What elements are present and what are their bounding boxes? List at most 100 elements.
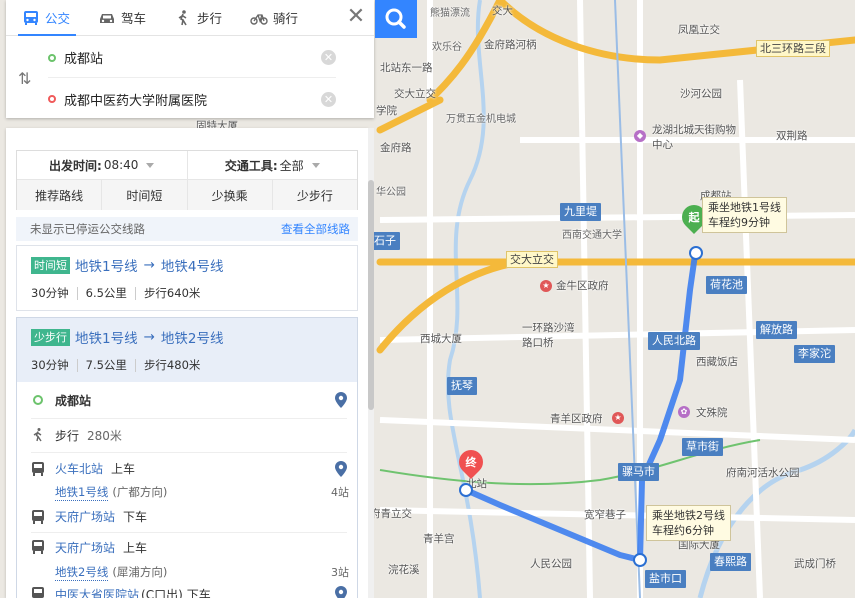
map-label: 青羊区政府 — [550, 413, 603, 425]
tab-bike-label: 骑行 — [273, 11, 299, 26]
step-start[interactable]: 成都站 — [17, 382, 357, 418]
plan-line: 地铁1号线 — [75, 331, 138, 347]
travel-mode-tabs: 公交 驾车 步行 骑行 — [6, 0, 374, 36]
tip-line: 乘坐地铁2号线 — [652, 509, 725, 522]
location-pin-icon[interactable] — [335, 586, 347, 598]
map-label: 金府路 — [380, 142, 412, 154]
tab-bike[interactable]: 骑行 — [234, 0, 310, 35]
alight-action: 下车 — [186, 587, 211, 598]
alight-station-link[interactable]: 中医大省医院站 — [55, 586, 139, 598]
plan-duration: 30分钟 — [31, 286, 69, 300]
stop-count: 4站 — [331, 486, 349, 499]
route-options: 出发时间: 08:40 交通工具: 全部 推荐路线 时间短 少换乘 少步行 — [16, 150, 358, 210]
location-pin-icon[interactable] — [335, 392, 347, 408]
map-label: 宽窄巷子 — [584, 509, 626, 521]
map-label: 学院 — [376, 105, 397, 117]
road-label: 交大立交 — [506, 251, 558, 268]
route-plan-1[interactable]: 时间短 地铁1号线 → 地铁4号线 30分钟 6.5公里 步行640米 — [16, 245, 358, 311]
depart-label: 出发时间: — [49, 158, 102, 173]
start-field[interactable]: 成都站 ✕ — [48, 38, 336, 78]
map-label: 青羊宫 — [423, 533, 455, 545]
bus-icon — [32, 540, 44, 554]
alight-action: 下车 — [123, 509, 148, 524]
clear-end-icon[interactable]: ✕ — [321, 91, 336, 107]
pref-recommended[interactable]: 推荐路线 — [17, 180, 102, 210]
plan-distance: 6.5公里 — [76, 287, 135, 300]
pref-shortest-time[interactable]: 时间短 — [101, 180, 187, 210]
alight-station-link[interactable]: 天府广场站 — [55, 508, 115, 525]
step-walk[interactable]: 步行 280米 — [17, 418, 357, 452]
metro-station-icon[interactable] — [459, 483, 473, 497]
station-label: 九里堤 — [560, 203, 601, 221]
search-icon — [385, 8, 406, 29]
map-label: 华公园 — [376, 187, 406, 198]
panel-scrollbar[interactable] — [368, 128, 374, 598]
swap-icon[interactable]: ⇅ — [18, 69, 31, 88]
metro-line-link[interactable]: 地铁2号线 — [55, 564, 109, 581]
metro-station-icon[interactable] — [633, 553, 647, 567]
map-label: 万贯五金机电城 — [446, 114, 516, 125]
tip-line: 乘坐地铁1号线 — [708, 201, 781, 214]
tab-walk[interactable]: 步行 — [158, 0, 234, 35]
walk-icon — [178, 9, 187, 25]
station-label: 抚琴 — [447, 377, 477, 395]
pref-fewer-transfers[interactable]: 少换乘 — [186, 180, 272, 210]
step-board-2[interactable]: 天府广场站 上车 — [17, 532, 357, 562]
station-label: 解放路 — [756, 321, 797, 339]
end-input[interactable]: 成都中医药大学附属医院 — [64, 90, 207, 109]
depart-value: 08:40 — [103, 158, 139, 172]
map-label: 人民公园 — [530, 558, 572, 570]
station-label: 李家沱 — [794, 345, 835, 363]
plan-distance: 7.5公里 — [76, 359, 135, 372]
exit-info: (C口出) — [141, 587, 183, 598]
step-alight-2[interactable]: 中医大省医院站 (C口出) 下车 — [17, 582, 357, 598]
gov-poi-icon[interactable]: ★ — [540, 280, 552, 292]
step-line-2[interactable]: 地铁2号线 (犀浦方向) 3站 — [17, 562, 357, 582]
route-search-box: 公交 驾车 步行 骑行 ✕ ⇅ 成都站 ✕ 成都中医药大学附属医院 ✕ — [6, 0, 374, 118]
shop-poi-icon[interactable]: ◆ — [634, 130, 646, 142]
plan-walk: 步行480米 — [134, 359, 208, 372]
transport-label: 交通工具: — [224, 158, 278, 173]
step-alight-1[interactable]: 天府广场站 下车 — [17, 502, 357, 530]
station-label: 草市街 — [682, 438, 723, 456]
metro-line-link[interactable]: 地铁1号线 — [55, 484, 109, 501]
tab-bus[interactable]: 公交 — [6, 0, 82, 36]
temple-poi-icon[interactable]: ✿ — [678, 406, 690, 418]
results-panel: 出发时间: 08:40 交通工具: 全部 推荐路线 时间短 少换乘 少步行 未显… — [6, 128, 368, 598]
end-field[interactable]: 成都中医药大学附属医院 ✕ — [48, 79, 336, 119]
transport-select[interactable]: 交通工具: 全部 — [186, 151, 358, 179]
map-label: 西南交通大学 — [562, 230, 622, 241]
clear-start-icon[interactable]: ✕ — [321, 50, 336, 65]
board-station-link[interactable]: 火车北站 — [55, 460, 103, 477]
map-label: 双荆路 — [776, 130, 808, 142]
route-steps: 成都站 步行 280米 火车北站 上车 地铁1号线 (广都方向) 4站 天府广场… — [17, 382, 357, 598]
plan-walk: 步行640米 — [134, 287, 208, 300]
view-all-lines-link[interactable]: 查看全部线路 — [281, 217, 350, 241]
map-label: 龙湖北城天街购物中心 — [652, 124, 736, 151]
depart-time-select[interactable]: 出发时间: 08:40 — [17, 151, 187, 179]
pref-less-walking[interactable]: 少步行 — [271, 180, 357, 210]
tip-time: 车程约6分钟 — [652, 524, 714, 537]
route-plan-2[interactable]: 少步行 地铁1号线 → 地铁2号线 30分钟 7.5公里 步行480米 成都站 … — [16, 317, 358, 598]
plan-line: 地铁1号线 — [75, 259, 138, 275]
chevron-down-icon — [146, 162, 155, 168]
search-button[interactable] — [375, 0, 417, 38]
bike-icon — [250, 13, 268, 25]
step-line-1[interactable]: 地铁1号线 (广都方向) 4站 — [17, 482, 357, 502]
tab-car[interactable]: 驾车 — [82, 0, 158, 35]
metro-station-icon[interactable] — [689, 246, 703, 260]
step-board-1[interactable]: 火车北站 上车 — [17, 454, 357, 482]
start-dot-icon — [48, 53, 56, 62]
line-direction: (广都方向) — [112, 485, 168, 499]
map-label: 北站东一路 — [380, 62, 433, 74]
gov-poi-icon[interactable]: ★ — [612, 412, 624, 424]
start-input[interactable]: 成都站 — [64, 48, 103, 67]
map-label: 交大 — [492, 5, 513, 17]
station-label: 人民北路 — [648, 332, 700, 350]
board-station-link[interactable]: 天府广场站 — [55, 539, 115, 556]
scrollbar-thumb[interactable] — [368, 180, 374, 410]
close-icon[interactable]: ✕ — [346, 6, 366, 28]
location-pin-icon[interactable] — [335, 461, 347, 477]
end-pin[interactable]: 终 — [454, 445, 488, 482]
map-label: 交大立交 — [394, 88, 436, 100]
